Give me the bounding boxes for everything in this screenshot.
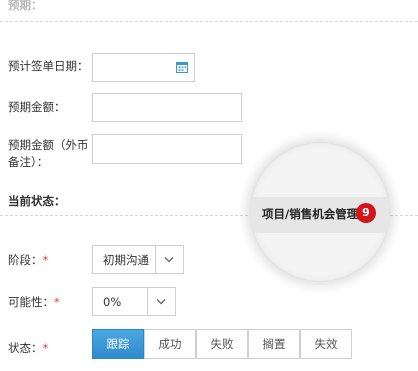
amount-label: 预期金额： [8,100,66,114]
state-option-invalid[interactable]: 失效 [300,329,352,359]
state-option-failed[interactable]: 失败 [196,329,248,359]
amount-input[interactable] [92,93,242,122]
required-mark: * [42,341,49,355]
amount-note-input[interactable] [92,134,242,164]
state-option-on-hold[interactable]: 搁置 [248,329,300,359]
magnifier-overlay: 项目/销售机会管理 9 [250,142,390,282]
state-option-tracking[interactable]: 跟踪 [92,329,144,359]
probability-select[interactable]: 0% [92,287,176,316]
stage-select-value: 初期沟通 [103,253,149,267]
stage-dropdown-toggle[interactable] [155,246,183,273]
menu-item-project-sales-opportunity[interactable]: 项目/销售机会管理 [262,206,358,222]
probability-dropdown-toggle[interactable] [147,288,175,315]
section-title-expected: 预期： [8,0,43,12]
required-mark: * [42,253,49,267]
probability-label: 可能性：* [8,294,60,311]
stage-label-text: 阶段： [8,253,43,267]
chevron-down-icon [156,299,166,305]
state-segmented-control: 跟踪 成功 失败 搁置 失效 [92,329,352,359]
notification-badge: 9 [356,203,376,223]
chevron-down-icon [164,257,174,263]
stage-label: 阶段：* [8,252,48,269]
section-title-current-status: 当前状态： [8,194,66,208]
sign-date-input[interactable] [92,53,195,82]
required-mark: * [54,295,60,309]
state-option-success[interactable]: 成功 [144,329,196,359]
probability-select-value: 0% [103,295,122,309]
state-label-text: 状态： [8,341,43,355]
state-label: 状态：* [8,340,48,357]
calendar-icon[interactable] [176,61,188,73]
stage-select[interactable]: 初期沟通 [92,245,184,274]
amount-note-label-line1: 预期金额（外币 [8,138,89,152]
amount-note-label-line2: 备注）： [8,155,49,169]
sign-date-label: 预计签单日期： [8,59,89,73]
section-divider [0,21,418,22]
probability-label-text: 可能性： [8,295,54,309]
